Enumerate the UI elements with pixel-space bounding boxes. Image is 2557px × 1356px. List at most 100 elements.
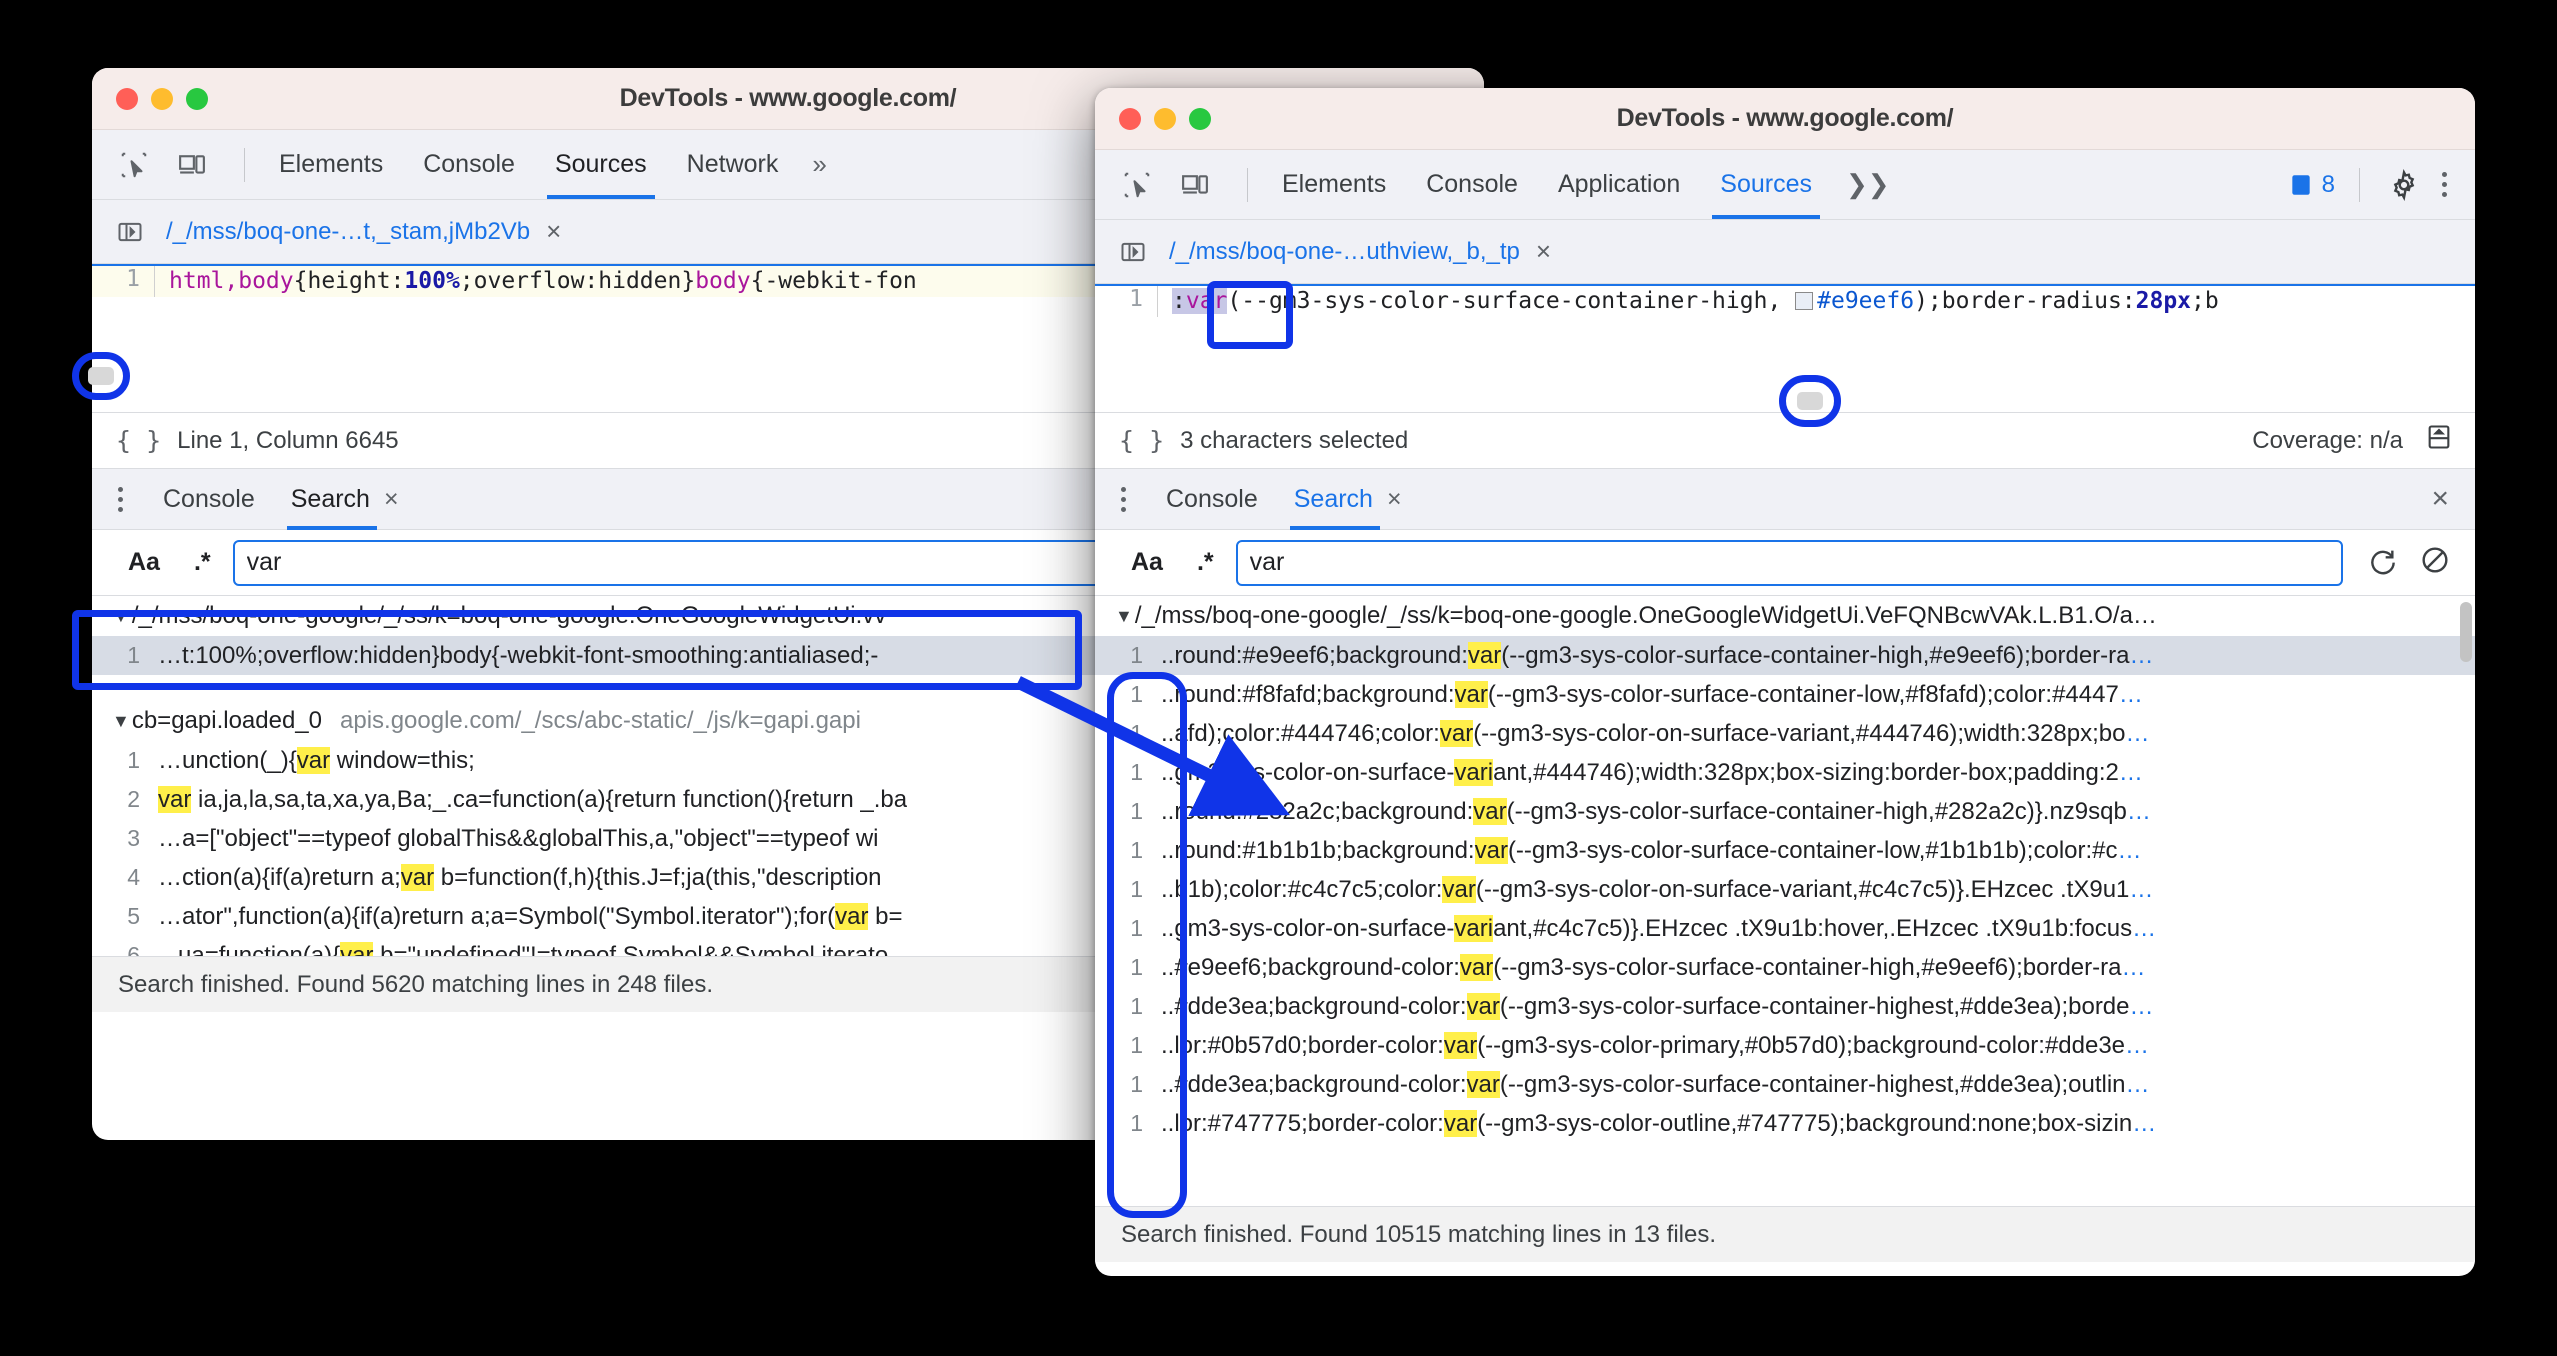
search-input-front[interactable] xyxy=(1235,539,2343,586)
resize-handle-front[interactable] xyxy=(1797,392,1823,410)
panel-tabs-front[interactable]: Elements Console Application Sources ❯❯ xyxy=(1262,150,1904,219)
minimize-window-button[interactable] xyxy=(151,87,173,110)
search-result-row[interactable]: 1 ..round:#1b1b1b;background:var(--gm3-sy… xyxy=(1095,831,2475,870)
search-match-highlight: var xyxy=(1459,953,1494,981)
tab-console[interactable]: Console xyxy=(403,130,535,199)
close-search-tab-icon[interactable]: × xyxy=(1387,485,1402,514)
minimize-window-button[interactable] xyxy=(1154,107,1176,130)
result-truncation-ellipsis: … xyxy=(2121,953,2146,981)
toolbar-divider xyxy=(244,147,245,182)
tab-application[interactable]: Application xyxy=(1538,150,1700,219)
regex-toggle[interactable]: .* xyxy=(184,548,221,577)
tab-sources[interactable]: Sources xyxy=(1700,150,1832,219)
open-file-tab-front[interactable]: /_/mss/boq-one-…uthview,_b,_tp × xyxy=(1167,220,1559,283)
search-toolbar-front: Aa .* xyxy=(1095,530,2475,596)
traffic-lights-back[interactable] xyxy=(92,87,208,110)
match-case-toggle[interactable]: Aa xyxy=(1121,548,1173,577)
pretty-print-icon[interactable]: { } xyxy=(1095,426,1180,455)
drawer-tab-console[interactable]: Console xyxy=(145,469,273,530)
tab-elements[interactable]: Elements xyxy=(259,130,403,199)
devtools-window-front[interactable]: DevTools - www.google.com/ Elements Cons… xyxy=(1095,88,2475,1276)
show-navigator-icon[interactable] xyxy=(1095,238,1167,266)
regex-toggle[interactable]: .* xyxy=(1187,548,1224,577)
color-swatch[interactable] xyxy=(1795,292,1814,310)
result-line-text: ..gm3-sys-color-on-surface-variant,#4447… xyxy=(1161,758,2143,786)
traffic-lights-front[interactable] xyxy=(1095,107,1211,130)
search-result-row[interactable]: 1 ..#dde3ea;background-color:var(--gm3-sy… xyxy=(1095,987,2475,1026)
close-file-tab-icon[interactable]: × xyxy=(1536,236,1551,267)
result-line-number: 1 xyxy=(1130,1110,1143,1136)
tab-elements-label: Elements xyxy=(279,150,384,178)
search-result-row[interactable]: 1 ..round:#e9eef6;background:var(--gm3-sy… xyxy=(1095,636,2475,675)
search-result-row[interactable]: 1 ..round:#282a2c;background:var(--gm3-sy… xyxy=(1095,792,2475,831)
resize-handle-back[interactable] xyxy=(88,367,114,385)
drawer-tab-console-label: Console xyxy=(1166,484,1258,513)
match-case-toggle[interactable]: Aa xyxy=(118,548,170,577)
search-result-row[interactable]: 1 ..#e9eef6;background-color:var(--gm3-sy… xyxy=(1095,948,2475,987)
more-tabs-chevron-icon[interactable]: ❯❯ xyxy=(1832,169,1904,200)
search-match-highlight: var xyxy=(1466,992,1500,1020)
panel-tabs-back[interactable]: Elements Console Sources Network » xyxy=(259,130,841,199)
kebab-icon[interactable] xyxy=(2434,172,2455,197)
drawer-tab-search[interactable]: Search × xyxy=(273,469,417,530)
collapse-triangle-icon[interactable]: ▼ xyxy=(1115,606,1133,627)
drawer-tab-search[interactable]: Search × xyxy=(1276,469,1420,530)
selection-info-label: 3 characters selected xyxy=(1180,426,1409,454)
code-gutter-line-number: 1 xyxy=(1129,286,1143,312)
tab-sources[interactable]: Sources xyxy=(535,130,667,199)
drawer-more-options-icon[interactable] xyxy=(92,486,145,512)
search-result-row[interactable]: 1 ..gm3-sys-color-on-surface-variant,#444… xyxy=(1095,753,2475,792)
tab-elements[interactable]: Elements xyxy=(1262,150,1406,219)
close-window-button[interactable] xyxy=(116,87,138,110)
inspect-element-icon[interactable] xyxy=(1117,166,1157,204)
device-toolbar-icon[interactable] xyxy=(172,146,212,184)
result-truncation-ellipsis: … xyxy=(2125,1031,2150,1059)
refresh-icon[interactable] xyxy=(2367,544,2399,581)
search-result-row[interactable]: 1 ..b1b);color:#c4c7c5;color:var(--gm3-sy… xyxy=(1095,870,2475,909)
code-editor-front[interactable]: 1 :var(--gm3-sys-color-surface-container… xyxy=(1095,284,2475,412)
close-file-tab-icon[interactable]: × xyxy=(546,216,561,247)
issues-badge[interactable]: 8 xyxy=(2288,171,2335,199)
close-drawer-icon[interactable]: × xyxy=(2431,482,2475,516)
device-toolbar-icon[interactable] xyxy=(1175,166,1215,204)
maximize-window-button[interactable] xyxy=(186,87,208,110)
result-line-text: ..gm3-sys-color-on-surface-variant,#c4c7… xyxy=(1161,914,2157,942)
result-truncation-ellipsis: … xyxy=(2118,680,2143,708)
toolbar-divider xyxy=(2359,167,2360,202)
search-result-row[interactable]: 1 ..lor:#747775;border-color:var(--gm3-sy… xyxy=(1095,1104,2475,1143)
drawer-tab-console[interactable]: Console xyxy=(1148,469,1276,530)
inspect-element-icon[interactable] xyxy=(114,146,154,184)
clear-icon[interactable] xyxy=(2419,544,2451,581)
search-result-row[interactable]: 1 ..gm3-sys-color-on-surface-variant,#c4c… xyxy=(1095,909,2475,948)
search-match-highlight: vari xyxy=(1454,914,1494,942)
show-navigator-icon[interactable] xyxy=(92,218,164,246)
more-tabs-chevron-icon[interactable]: » xyxy=(798,149,840,180)
search-file-group[interactable]: ▼ /_/mss/boq-one-google/_/ss/k=boq-one-g… xyxy=(1095,596,2475,636)
search-result-row[interactable]: 1 ..lor:#0b57d0;border-color:var(--gm3-sy… xyxy=(1095,1026,2475,1065)
result-line-text: ..lor:#0b57d0;border-color:var(--gm3-sys… xyxy=(1161,1031,2150,1059)
search-result-row[interactable]: 1 ..round:#f8fafd;background:var(--gm3-sy… xyxy=(1095,675,2475,714)
editor-statusbar-front: { } 3 characters selected Coverage: n/a xyxy=(1095,412,2475,468)
issues-count: 8 xyxy=(2321,170,2335,198)
close-window-button[interactable] xyxy=(1119,107,1141,130)
search-results-front[interactable]: ▼ /_/mss/boq-one-google/_/ss/k=boq-one-g… xyxy=(1095,596,2475,1206)
tab-elements-label: Elements xyxy=(1282,170,1387,198)
tab-network[interactable]: Network xyxy=(667,130,799,199)
result-line-number: 1 xyxy=(1130,798,1143,824)
close-search-tab-icon[interactable]: × xyxy=(384,485,399,514)
results-scrollbar-thumb[interactable] xyxy=(2460,602,2472,662)
drawer-more-options-icon[interactable] xyxy=(1095,486,1148,512)
pretty-print-icon[interactable]: { } xyxy=(92,426,177,455)
collapse-triangle-icon[interactable]: ▼ xyxy=(112,711,130,732)
gear-icon[interactable] xyxy=(2384,166,2424,204)
maximize-window-button[interactable] xyxy=(1189,107,1211,130)
collapse-triangle-icon[interactable]: ▼ xyxy=(112,606,130,627)
open-file-tab-back[interactable]: /_/mss/boq-one-…t,_stam,jMb2Vb × xyxy=(164,200,569,263)
code-line-text-front: :var(--gm3-sys-color-surface-container-h… xyxy=(1172,288,2219,314)
search-result-row[interactable]: 1 ..afd);color:#444746;color:var(--gm3-sy… xyxy=(1095,714,2475,753)
search-match-highlight: var xyxy=(1442,875,1476,903)
code-line-1[interactable]: 1 :var(--gm3-sys-color-surface-container… xyxy=(1095,286,2475,318)
search-result-row[interactable]: 1 ..#dde3ea;background-color:var(--gm3-sy… xyxy=(1095,1065,2475,1104)
show-drawer-icon[interactable] xyxy=(2425,423,2453,458)
tab-console[interactable]: Console xyxy=(1406,150,1538,219)
